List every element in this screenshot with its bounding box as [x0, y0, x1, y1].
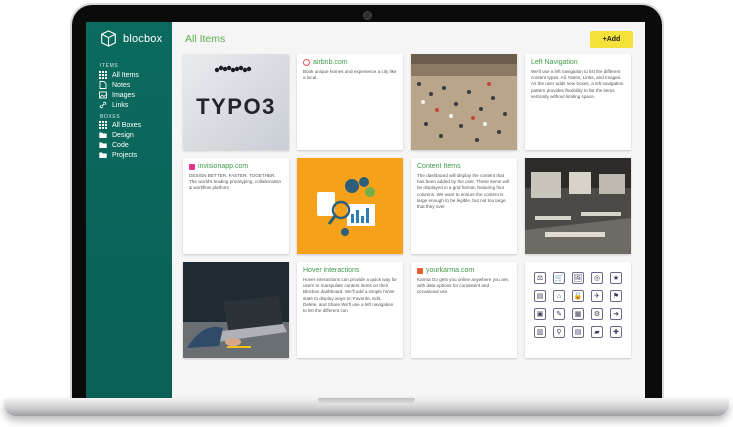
- card-link-yourkarma[interactable]: yourkarma.com Karma Go gets you online a…: [411, 262, 517, 358]
- laptop-photo: [183, 262, 289, 358]
- card-link-invisionapp[interactable]: invisionapp.com DESIGN BETTER. FASTER. T…: [183, 158, 289, 254]
- card-body: DESIGN BETTER. FASTER. TOGETHER. The wor…: [189, 173, 282, 191]
- card-image-analytics[interactable]: [297, 158, 403, 254]
- icon-tile-icon: ◎: [591, 272, 603, 284]
- icon-tile-icon: ▥: [534, 326, 546, 338]
- icon-tile-icon: 🔒: [572, 290, 584, 302]
- sidebar-item-label: All Items: [112, 71, 139, 79]
- card-image-office[interactable]: [525, 158, 631, 254]
- card-title: invisionapp.com: [189, 163, 283, 170]
- crowd-photo: [411, 54, 517, 150]
- card-title-text: airbnb.com: [313, 59, 348, 66]
- box-logo-icon: [101, 30, 116, 47]
- invision-favicon-icon: [189, 163, 195, 170]
- laptop-mockup: blocbox ITEMS All Items Notes Images Lin…: [0, 0, 733, 427]
- sidebar-item-label: Design: [112, 131, 134, 139]
- icon-tile-icon: ▰: [591, 326, 603, 338]
- card-note-content-items[interactable]: Content Items The dashboard will display…: [411, 158, 517, 254]
- card-note-hover-interactions[interactable]: Hover interactions Hover interactions ca…: [297, 262, 403, 358]
- typo3-photo: TYPO3: [183, 54, 289, 150]
- card-image-crowd[interactable]: [411, 54, 517, 150]
- sidebar-item-code[interactable]: Code: [99, 141, 129, 149]
- icon-tile-icon: ▤: [534, 290, 546, 302]
- icon-tile-icon: ✎: [553, 308, 565, 320]
- sidebar-item-projects[interactable]: Projects: [99, 151, 137, 159]
- office-photo: [525, 158, 631, 254]
- sidebar-item-all-boxes[interactable]: All Boxes: [99, 121, 141, 129]
- icon-tile-icon: ✈: [591, 290, 603, 302]
- card-body: The dashboard will display the content t…: [417, 173, 509, 210]
- add-button[interactable]: +Add: [590, 31, 633, 48]
- camera-icon: [363, 11, 372, 20]
- card-body: We'll use a left navigation to list the …: [531, 69, 624, 99]
- link-icon: [99, 101, 107, 109]
- icon-tile-icon: ▦: [572, 308, 584, 320]
- card-image-typo3[interactable]: TYPO3: [183, 54, 289, 150]
- main-content: All Items +Add TYPO3 airbnb.com Book uni…: [172, 22, 645, 399]
- app-name: blocbox: [123, 32, 163, 45]
- icon-tile-icon: ➜: [610, 308, 622, 320]
- card-title-text: yourkarma.com: [426, 267, 475, 274]
- card-body: Book unique homes and experience a city …: [303, 69, 397, 81]
- icon-tile-icon: ✚: [610, 326, 622, 338]
- sidebar-item-label: Code: [112, 141, 129, 149]
- grid-icon: [99, 121, 107, 129]
- card-title: Content Items: [417, 163, 461, 170]
- icon-tile-icon: 🛒: [553, 272, 565, 284]
- icon-tile-icon: ▤: [572, 326, 584, 338]
- sidebar-item-label: Projects: [112, 151, 138, 159]
- card-title-text: invisionapp.com: [198, 163, 249, 170]
- app-logo[interactable]: blocbox: [100, 30, 162, 47]
- card-title: Left Navigation: [531, 59, 578, 66]
- folder-icon: [99, 132, 107, 138]
- note-icon: [99, 81, 107, 89]
- image-icon: [99, 91, 107, 99]
- analytics-illustration: [297, 158, 403, 254]
- folder-icon: [99, 152, 107, 158]
- icon-tile-icon: ⌂: [553, 290, 565, 302]
- icon-tile-icon: ★: [610, 272, 622, 284]
- sidebar-item-notes[interactable]: Notes: [99, 81, 130, 89]
- typo3-image-text: TYPO3: [196, 94, 276, 119]
- laptop-notch: [318, 398, 415, 405]
- karma-favicon-icon: [417, 267, 423, 274]
- card-link-airbnb[interactable]: airbnb.com Book unique homes and experie…: [297, 54, 403, 150]
- icon-tile-icon: ⚲: [553, 326, 565, 338]
- card-image-icon-set[interactable]: ⚖ 🛒 🖼 ◎ ★ ▤ ⌂ 🔒 ✈ ⚑ ▣ ✎ ▦ ⚙ ➜ ▥ ⚲ ▤ ▰ ✚: [525, 262, 631, 358]
- icon-set-grid: ⚖ 🛒 🖼 ◎ ★ ▤ ⌂ 🔒 ✈ ⚑ ▣ ✎ ▦ ⚙ ➜ ▥ ⚲ ▤ ▰ ✚: [534, 272, 622, 338]
- icon-tile-icon: ⚙: [591, 308, 603, 320]
- sidebar-item-images[interactable]: Images: [99, 91, 135, 99]
- sidebar-item-label: Notes: [112, 81, 131, 89]
- sidebar-item-label: Images: [112, 91, 135, 99]
- items-section-header: ITEMS: [100, 63, 119, 69]
- sidebar-item-design[interactable]: Design: [99, 131, 134, 139]
- grid-icon: [99, 71, 107, 79]
- page-title: All Items: [185, 33, 226, 45]
- card-title: airbnb.com: [303, 59, 397, 66]
- card-title: yourkarma.com: [417, 267, 511, 274]
- sidebar-item-label: All Boxes: [112, 121, 142, 129]
- sidebar-item-links[interactable]: Links: [99, 101, 128, 109]
- app-screen: blocbox ITEMS All Items Notes Images Lin…: [86, 22, 645, 399]
- icon-tile-icon: ⚑: [610, 290, 622, 302]
- boxes-section-header: BOXES: [100, 114, 121, 120]
- folder-icon: [99, 142, 107, 148]
- icon-tile-icon: ⚖: [534, 272, 546, 284]
- sidebar: blocbox ITEMS All Items Notes Images Lin…: [86, 22, 172, 399]
- sidebar-item-label: Links: [112, 101, 129, 109]
- card-image-laptop[interactable]: [183, 262, 289, 358]
- card-note-left-navigation[interactable]: Left Navigation We'll use a left navigat…: [525, 54, 631, 150]
- airbnb-favicon-icon: [303, 59, 310, 66]
- card-body: Karma Go gets you online anywhere you ar…: [417, 277, 510, 295]
- icon-tile-icon: ▣: [534, 308, 546, 320]
- icon-tile-icon: 🖼: [572, 272, 584, 284]
- card-body: Hover interactions can provide a quick w…: [303, 277, 397, 314]
- sidebar-item-all-items[interactable]: All Items: [99, 71, 139, 79]
- card-title: Hover interactions: [303, 267, 360, 274]
